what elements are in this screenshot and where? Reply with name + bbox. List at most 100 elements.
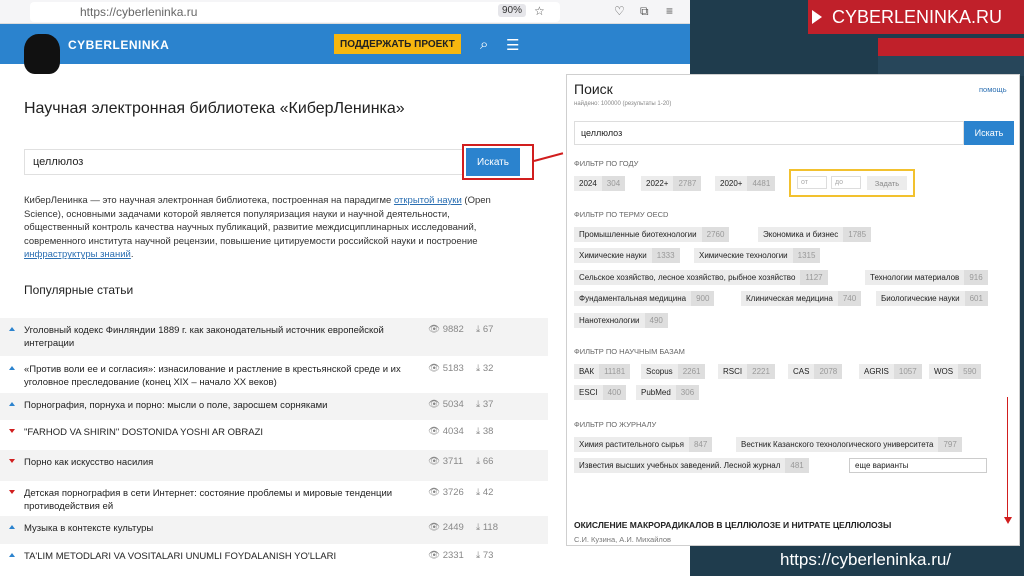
chip-count: 590 [958,364,982,379]
article-title[interactable]: "FARHOD VA SHIRIN" DOSTONIDA YOSHI AR OB… [24,426,420,439]
chip-count: 1315 [792,248,821,263]
chip-label: CAS [788,364,815,379]
chip-label: Технологии материалов [865,270,965,285]
oecd-chip[interactable]: Промышленные биотехнологии 2760 [574,227,730,242]
trend-down-icon [9,429,15,433]
base-chip[interactable]: RSCI 2221 [718,364,775,379]
more-options-input[interactable]: еще варианты [849,458,987,473]
oecd-chip[interactable]: Нанотехнологии 490 [574,313,668,328]
extension-icon[interactable]: ⧉ [640,4,649,19]
article-row[interactable]: Порнография, порнуха и порно: мысли о по… [0,393,548,420]
article-row[interactable]: TA'LIM METODLARI VA VOSITALARI UNUMLI FO… [0,544,548,572]
menu-icon[interactable]: ≡ [666,4,673,18]
chip-count: 400 [602,385,627,400]
chip-label: Вестник Казанского технологического унив… [736,437,939,452]
article-downloads: ⤓ 118 [476,522,498,533]
trend-down-icon [9,490,15,494]
trend-up-icon [9,525,15,529]
bookmark-star-icon[interactable]: ☆ [534,4,545,18]
chip-count: 797 [938,437,962,452]
bases-filter-heading: ФИЛЬТР ПО НАУЧНЫМ БАЗАМ [574,347,685,356]
download-icon: ⤓ [476,456,483,467]
base-chip[interactable]: ESCI 400 [574,385,627,400]
oecd-filter-heading: ФИЛЬТР ПО ТЕРМУ OECD [574,210,669,219]
trend-up-icon [9,402,15,406]
year-chip[interactable]: 2020+ 4481 [715,176,776,191]
views-count: 5034 [442,399,464,410]
article-title[interactable]: «Против воли ее и согласия»: изнасилован… [24,363,420,389]
chip-count: 306 [675,385,700,400]
pocket-icon[interactable]: ♡ [614,4,625,18]
base-chip[interactable]: AGRIS 1057 [859,364,922,379]
panel-search-input[interactable]: целлюлоз [574,121,964,145]
chip-label: AGRIS [859,364,894,379]
article-row[interactable]: Порно как искусство насилия 👁︎ 3711 ⤓ 66 [0,450,548,481]
article-row[interactable]: Музыка в контексте культуры 👁︎ 2449 ⤓ 118 [0,516,548,544]
article-downloads: ⤓ 73 [476,550,493,561]
results-count: найдено: 100000 (результаты 1-20) [574,101,672,107]
year-apply-button[interactable]: Задать [867,176,907,190]
zoom-indicator[interactable]: 90% [498,4,527,17]
article-views: 👁︎ 9882 [428,324,464,335]
panel-search-button[interactable]: Искать [964,121,1014,145]
oecd-chip[interactable]: Сельское хозяйство, лесное хозяйство, ры… [574,270,828,285]
year-from-input[interactable]: от [797,176,827,189]
lenin-logo-icon[interactable] [24,34,60,74]
download-icon: ⤓ [476,550,483,561]
article-title[interactable]: Уголовный кодекс Финляндии 1889 г. как з… [24,324,420,350]
article-title[interactable]: Музыка в контексте культуры [24,522,420,535]
scroll-arrow-line [1007,397,1008,517]
search-icon[interactable]: ⌕ [480,36,488,53]
hamburger-menu-icon[interactable]: ☰ [506,36,519,54]
site-logo-text[interactable]: CYBERLENINKA [68,38,169,52]
article-downloads: ⤓ 37 [476,399,493,410]
play-triangle-icon [812,10,822,24]
base-chip[interactable]: Scopus 2261 [641,364,706,379]
article-views: 👁︎ 5183 [428,363,464,374]
views-count: 4034 [442,426,464,437]
chip-count: 847 [688,437,713,452]
oecd-chip[interactable]: Фундаментальная медицина 900 [574,291,715,306]
trend-up-icon [9,327,15,331]
year-chip[interactable]: 2022+ 2787 [641,176,702,191]
search-input[interactable]: целлюлоз [24,149,464,175]
chip-label: Клиническая медицина [741,291,838,306]
eye-icon: 👁︎ [428,399,443,410]
chip-label: ВАК [574,364,600,379]
base-chip[interactable]: ВАК 11181 [574,364,631,379]
article-title[interactable]: Порнография, порнуха и порно: мысли о по… [24,399,420,412]
oecd-chip[interactable]: Экономика и бизнес 1785 [758,227,872,242]
article-title[interactable]: TA'LIM METODLARI VA VOSITALARI UNUMLI FO… [24,550,420,563]
oecd-chip[interactable]: Технологии материалов 916 [865,270,988,285]
journal-chip[interactable]: Известия высших учебных заведений. Лесно… [574,458,809,473]
article-title[interactable]: Детская порнография в сети Интернет: сос… [24,487,420,513]
article-row[interactable]: "FARHOD VA SHIRIN" DOSTONIDA YOSHI AR OB… [0,420,548,450]
journal-chip[interactable]: Вестник Казанского технологического унив… [736,437,962,452]
article-row[interactable]: Детская порнография в сети Интернет: сос… [0,481,548,516]
open-science-link[interactable]: открытой науки [394,195,462,206]
popular-articles-title: Популярные статьи [24,283,134,297]
oecd-chip[interactable]: Клиническая медицина 740 [741,291,862,306]
year-to-input[interactable]: до [831,176,861,189]
article-row[interactable]: Уголовный кодекс Финляндии 1889 г. как з… [0,318,548,356]
base-chip[interactable]: PubMed 306 [636,385,700,400]
journal-chip[interactable]: Химия растительного сырья 847 [574,437,713,452]
downloads-count: 73 [482,550,494,561]
year-chip[interactable]: 2024 304 [574,176,626,191]
result-title[interactable]: ОКИСЛЕНИЕ МАКРОРАДИКАЛОВ В ЦЕЛЛЮЛОЗЕ И Н… [574,520,891,530]
oecd-chip[interactable]: Химические технологии 1315 [694,248,821,263]
article-row[interactable]: «Против воли ее и согласия»: изнасилован… [0,357,548,393]
page-title: Научная электронная библиотека «КиберЛен… [24,100,405,117]
help-link[interactable]: помощь [979,85,1007,94]
support-project-button[interactable]: ПОДДЕРЖАТЬ ПРОЕКТ [334,34,461,54]
base-chip[interactable]: WOS 590 [929,364,982,379]
oecd-chip[interactable]: Химические науки 1333 [574,248,680,263]
address-bar[interactable]: https://cyberleninka.ru [30,2,560,22]
eye-icon: 👁︎ [428,426,443,437]
oecd-chip[interactable]: Биологические науки 601 [876,291,988,306]
article-title[interactable]: Порно как искусство насилия [24,456,420,469]
chip-label: Фундаментальная медицина [574,291,692,306]
base-chip[interactable]: CAS 2078 [788,364,843,379]
chip-label: Биологические науки [876,291,965,306]
knowledge-infrastructure-link[interactable]: инфраструктуры знаний [24,249,131,260]
